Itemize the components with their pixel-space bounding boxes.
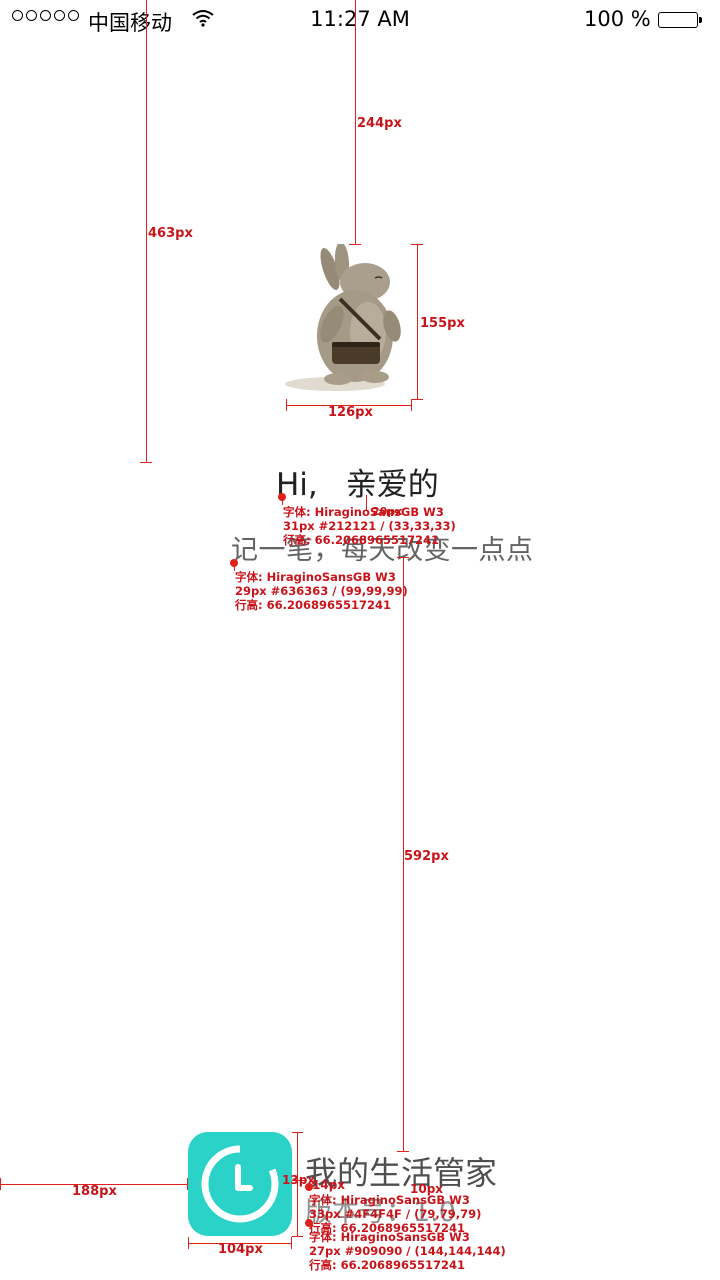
measure-label-14: 14px (312, 1178, 346, 1192)
measure-cap (411, 399, 412, 411)
measure-cap (411, 244, 423, 245)
measure-cap (349, 244, 361, 245)
spec-slogan: 字体: HiraginoSansGB W3 29px #636363 / (99… (235, 570, 408, 612)
measure-line-244 (355, 0, 356, 244)
measure-line-155 (417, 244, 418, 399)
carrier-name: 中国移动 (88, 11, 172, 35)
measure-cap (292, 1132, 303, 1133)
battery-percentage: 100 % (584, 7, 651, 31)
measure-label-244: 244px (357, 116, 402, 131)
measure-label-188: 188px (72, 1184, 117, 1199)
measure-label-126: 126px (328, 405, 373, 420)
greeting-name: 亲爱的 (345, 467, 439, 503)
measure-cap (397, 1151, 409, 1152)
spec-marker-dot (305, 1183, 313, 1191)
spec-marker-dot (305, 1219, 313, 1227)
measure-cap (397, 557, 409, 558)
greeting-title: Hi, 亲爱的 (276, 459, 439, 504)
measure-label-592: 592px (404, 849, 449, 864)
app-logo (188, 1132, 292, 1236)
status-time: 11:27 AM (310, 7, 410, 31)
measure-label-155: 155px (420, 316, 465, 331)
spec-app-name: 字体: HiraginoSansGB W3 33px #4F4F4F / (79… (309, 1193, 482, 1235)
spec-greeting: 字体: HiraginoSansGB W3 31px #212121 / (33… (283, 505, 456, 547)
measure-cap (0, 1178, 1, 1190)
measure-cap (187, 1178, 188, 1190)
battery-icon (658, 12, 702, 28)
measure-cap (411, 399, 423, 400)
wifi-icon (192, 10, 214, 27)
spec-app-version: 字体: HiraginoSansGB W3 27px #909090 / (14… (309, 1230, 506, 1272)
clock-icon (201, 1144, 279, 1223)
status-bar: 中国移动 11:27 AM 100 % (0, 0, 720, 40)
rabbit-illustration (285, 244, 401, 391)
measure-label-463: 463px (148, 226, 193, 241)
measure-label-104: 104px (218, 1242, 263, 1257)
signal-strength-icon (12, 10, 79, 21)
measure-cap (188, 1237, 189, 1249)
measure-cap (140, 462, 152, 463)
measure-cap (286, 399, 287, 411)
measure-cap (291, 1237, 292, 1249)
measure-line-463 (146, 0, 147, 462)
measure-cap (292, 1236, 303, 1237)
spec-leader-line (282, 497, 283, 505)
